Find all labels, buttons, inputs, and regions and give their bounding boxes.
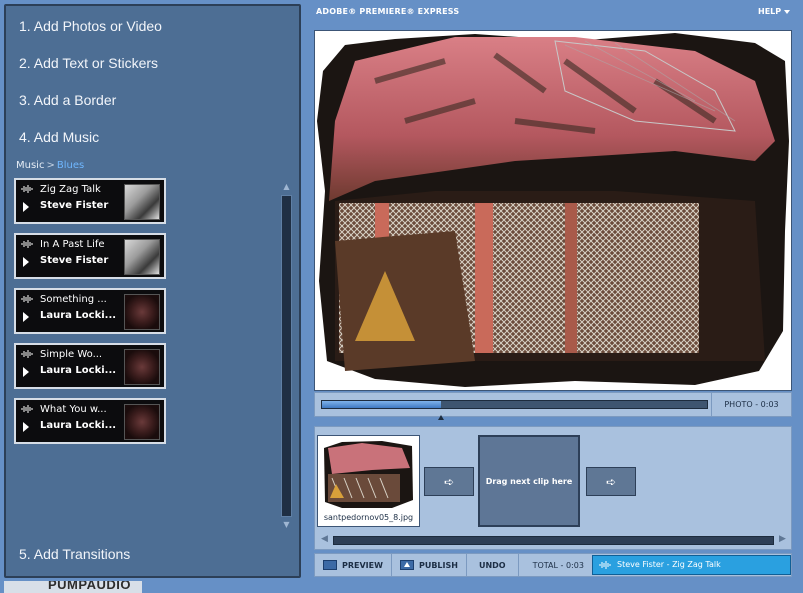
track-artist: Laura Locki... xyxy=(40,365,117,376)
transition-slot-button[interactable]: ➪ xyxy=(586,467,636,496)
step-add-transitions[interactable]: 5. Add Transitions xyxy=(19,546,130,562)
undo-button[interactable]: UNDO xyxy=(467,554,519,576)
publish-label: PUBLISH xyxy=(418,560,458,570)
breadcrumb-separator: > xyxy=(46,160,55,171)
preview-button[interactable]: PREVIEW xyxy=(315,554,392,576)
audio-track-label: Steve Fister - Zig Zag Talk xyxy=(617,560,721,569)
album-art-thumbnail xyxy=(124,349,160,385)
upload-icon xyxy=(399,560,414,570)
track-title: Something ... xyxy=(40,294,107,305)
playhead-handle-icon[interactable] xyxy=(438,415,445,420)
playhead-track[interactable] xyxy=(321,400,708,420)
breadcrumb-genre[interactable]: Blues xyxy=(57,160,84,171)
monitor-icon xyxy=(323,560,337,570)
audio-wave-icon xyxy=(21,185,33,193)
preview-photo xyxy=(315,31,791,390)
arrow-right-icon: ➪ xyxy=(443,474,455,489)
track-artist: Laura Locki... xyxy=(40,420,117,431)
clip-thumbnail xyxy=(322,440,415,510)
step-add-text-stickers[interactable]: 2. Add Text or Stickers xyxy=(19,55,158,71)
arrow-right-icon: ➪ xyxy=(605,474,617,489)
music-track-item[interactable]: Zig Zag Talk Steve Fister xyxy=(14,178,166,224)
transition-slot-button[interactable]: ➪ xyxy=(424,467,474,496)
scroll-left-icon[interactable]: ◀ xyxy=(321,534,328,544)
track-title: What You w... xyxy=(40,404,107,415)
music-scroll-up-icon[interactable]: ▲ xyxy=(281,182,292,192)
track-title: Simple Wo... xyxy=(40,349,103,360)
playhead-progress xyxy=(322,401,442,408)
help-label: HELP xyxy=(758,7,782,16)
play-icon[interactable] xyxy=(23,367,29,377)
track-title: Zig Zag Talk xyxy=(40,184,101,195)
audio-wave-icon xyxy=(21,405,33,413)
step-add-music[interactable]: 4. Add Music xyxy=(19,129,99,145)
audio-wave-icon xyxy=(21,240,33,248)
publish-button[interactable]: PUBLISH xyxy=(392,554,467,576)
step-add-photos-video[interactable]: 1. Add Photos or Video xyxy=(19,18,162,34)
preview-window xyxy=(314,30,792,391)
music-list-scrollbar[interactable] xyxy=(281,195,292,517)
drop-zone-label: Drag next clip here xyxy=(485,476,573,486)
storyboard-scrollbar[interactable] xyxy=(333,536,774,545)
chevron-down-icon xyxy=(784,9,791,14)
preview-label: PREVIEW xyxy=(342,560,383,570)
total-duration: TOTAL - 0:03 xyxy=(532,560,584,570)
play-icon[interactable] xyxy=(23,312,29,322)
audio-wave-icon xyxy=(21,295,33,303)
music-breadcrumb: Music > Blues xyxy=(16,160,84,171)
album-art-thumbnail xyxy=(124,294,160,330)
album-art-thumbnail xyxy=(124,404,160,440)
timeline-bar: PHOTO - 0:03 xyxy=(314,392,792,420)
album-art-thumbnail xyxy=(124,239,160,275)
track-artist: Steve Fister xyxy=(40,200,109,211)
drop-zone[interactable]: Drag next clip here xyxy=(478,435,580,527)
audio-wave-icon xyxy=(599,561,611,569)
track-artist: Steve Fister xyxy=(40,255,109,266)
music-scroll-down-icon[interactable]: ▼ xyxy=(281,520,292,530)
music-track-item[interactable]: In A Past Life Steve Fister xyxy=(14,233,166,279)
breadcrumb-music[interactable]: Music xyxy=(16,160,44,171)
audio-track-clip[interactable]: Steve Fister - Zig Zag Talk xyxy=(592,555,791,575)
help-menu[interactable]: HELP xyxy=(758,7,791,16)
scroll-right-icon[interactable]: ▶ xyxy=(779,534,786,544)
track-title: In A Past Life xyxy=(40,239,105,250)
track-artist: Laura Locki... xyxy=(40,310,117,321)
storyboard: santpedornov05_8.jpg ➪ Drag next clip he… xyxy=(314,426,792,550)
storyboard-clip[interactable]: santpedornov05_8.jpg xyxy=(317,435,420,527)
undo-label: UNDO xyxy=(478,560,506,570)
album-art-thumbnail xyxy=(124,184,160,220)
play-icon[interactable] xyxy=(23,257,29,267)
play-icon[interactable] xyxy=(23,422,29,432)
pumpaudio-logo: PUMPAUDIO xyxy=(4,581,142,593)
clip-filename: santpedornov05_8.jpg xyxy=(323,513,414,522)
music-track-item[interactable]: Something ... Laura Locki... xyxy=(14,288,166,334)
logo-text: PUMPAUDIO xyxy=(48,581,131,592)
step-add-border[interactable]: 3. Add a Border xyxy=(19,92,116,108)
app-title: ADOBE® PREMIERE® EXPRESS xyxy=(316,7,460,16)
audio-wave-icon xyxy=(21,350,33,358)
music-track-item[interactable]: What You w... Laura Locki... xyxy=(14,398,166,444)
steps-panel: 1. Add Photos or Video 2. Add Text or St… xyxy=(4,4,301,578)
music-track-item[interactable]: Simple Wo... Laura Locki... xyxy=(14,343,166,389)
clip-duration-label: PHOTO - 0:03 xyxy=(711,393,791,416)
play-icon[interactable] xyxy=(23,202,29,212)
